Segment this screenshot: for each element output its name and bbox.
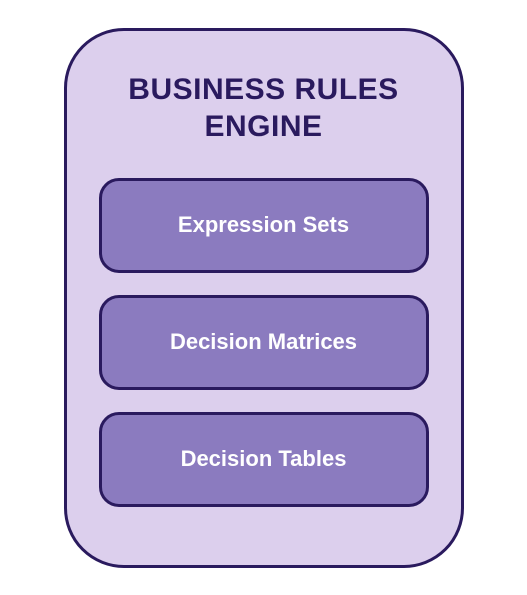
component-decision-matrices: Decision Matrices (99, 295, 429, 390)
business-rules-engine-container: BUSINESS RULES ENGINE Expression Sets De… (64, 28, 464, 568)
component-label: Decision Matrices (170, 329, 357, 355)
component-expression-sets: Expression Sets (99, 178, 429, 273)
component-decision-tables: Decision Tables (99, 412, 429, 507)
component-label: Expression Sets (178, 212, 349, 238)
component-label: Decision Tables (181, 446, 347, 472)
engine-title: BUSINESS RULES ENGINE (97, 71, 431, 146)
